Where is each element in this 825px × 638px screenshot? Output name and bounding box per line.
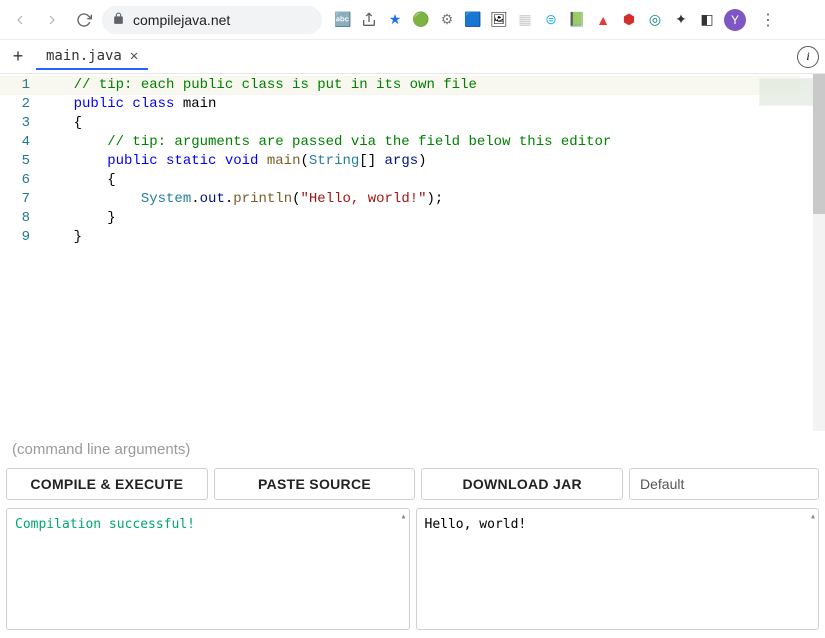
extension-row: 🔤 ★ 🟢 ⚙ 🟦 🖼 ▦ ⊜ 📗 ▲ ⬢ ◎ ✦ ◧ Y ⋮: [334, 6, 782, 34]
code-editor[interactable]: 123456789 // tip: each public class is p…: [0, 74, 825, 431]
file-tab[interactable]: main.java ✕: [36, 44, 148, 70]
address-bar[interactable]: compilejava.net: [102, 6, 322, 34]
ext-icon-10[interactable]: ◎: [646, 11, 664, 29]
minimap[interactable]: [759, 78, 819, 106]
ext-icon-2[interactable]: ⚙: [438, 11, 456, 29]
ext-icon-3[interactable]: 🟦: [464, 11, 482, 29]
scrollbar-thumb[interactable]: [813, 74, 825, 214]
code-line[interactable]: // tip: each public class is put in its …: [40, 76, 825, 95]
output-row: ▴ Compilation successful! ▴ Hello, world…: [0, 508, 825, 638]
forward-button[interactable]: [38, 6, 66, 34]
code-line[interactable]: public static void main(String[] args): [40, 152, 825, 171]
line-number: 1: [0, 76, 30, 95]
back-button[interactable]: [6, 6, 34, 34]
close-tab-icon[interactable]: ✕: [130, 48, 138, 64]
code-line[interactable]: public class main: [40, 95, 825, 114]
line-number: 2: [0, 95, 30, 114]
ext-icon-9[interactable]: ⬢: [620, 11, 638, 29]
download-jar-button[interactable]: DOWNLOAD JAR: [421, 468, 623, 500]
compile-execute-button[interactable]: COMPILE & EXECUTE: [6, 468, 208, 500]
ext-icon-8[interactable]: ▲: [594, 11, 612, 29]
code-line[interactable]: // tip: arguments are passed via the fie…: [40, 133, 825, 152]
run-message: Hello, world!: [425, 517, 527, 532]
info-icon[interactable]: i: [797, 46, 819, 68]
code-line[interactable]: {: [40, 171, 825, 190]
code-area[interactable]: // tip: each public class is put in its …: [40, 76, 825, 431]
ext-icon-1[interactable]: 🟢: [412, 11, 430, 29]
action-button-row: COMPILE & EXECUTE PASTE SOURCE DOWNLOAD …: [0, 468, 825, 508]
ext-icon-5[interactable]: ▦: [516, 11, 534, 29]
ext-icon-6[interactable]: ⊜: [542, 11, 560, 29]
compile-output[interactable]: ▴ Compilation successful!: [6, 508, 410, 630]
scroll-indicator-icon: ▴: [400, 511, 406, 522]
tab-filename: main.java: [46, 48, 122, 64]
cmdline-args-input[interactable]: (command line arguments): [0, 431, 825, 468]
lock-icon: [112, 12, 125, 28]
profile-avatar[interactable]: Y: [724, 9, 746, 31]
extensions-puzzle-icon[interactable]: ✦: [672, 11, 690, 29]
line-number: 6: [0, 171, 30, 190]
code-line[interactable]: {: [40, 114, 825, 133]
scroll-indicator-icon: ▴: [810, 511, 816, 522]
line-number: 3: [0, 114, 30, 133]
paste-source-button[interactable]: PASTE SOURCE: [214, 468, 416, 500]
line-gutter: 123456789: [0, 76, 40, 431]
browser-toolbar: compilejava.net 🔤 ★ 🟢 ⚙ 🟦 🖼 ▦ ⊜ 📗 ▲ ⬢ ◎ …: [0, 0, 825, 40]
ext-icon-7[interactable]: 📗: [568, 11, 586, 29]
code-line[interactable]: }: [40, 209, 825, 228]
new-tab-button[interactable]: +: [6, 45, 30, 69]
editor-tabbar: + main.java ✕ i: [0, 40, 825, 74]
line-number: 7: [0, 190, 30, 209]
line-number: 4: [0, 133, 30, 152]
translate-icon[interactable]: 🔤: [334, 11, 352, 29]
reload-button[interactable]: [70, 6, 98, 34]
side-panel-icon[interactable]: ◧: [698, 11, 716, 29]
line-number: 8: [0, 209, 30, 228]
ext-icon-4[interactable]: 🖼: [490, 11, 508, 29]
code-line[interactable]: System.out.println("Hello, world!");: [40, 190, 825, 209]
share-icon[interactable]: [360, 11, 378, 29]
line-number: 5: [0, 152, 30, 171]
chrome-menu-button[interactable]: ⋮: [754, 6, 782, 34]
theme-label: Default: [640, 476, 684, 492]
theme-select[interactable]: Default: [629, 468, 819, 500]
code-line[interactable]: }: [40, 228, 825, 247]
editor-scrollbar[interactable]: [813, 74, 825, 431]
run-output[interactable]: ▴ Hello, world!: [416, 508, 820, 630]
compile-message: Compilation successful!: [15, 517, 195, 532]
line-number: 9: [0, 228, 30, 247]
bookmark-star-icon[interactable]: ★: [386, 11, 404, 29]
url-text: compilejava.net: [133, 12, 230, 28]
